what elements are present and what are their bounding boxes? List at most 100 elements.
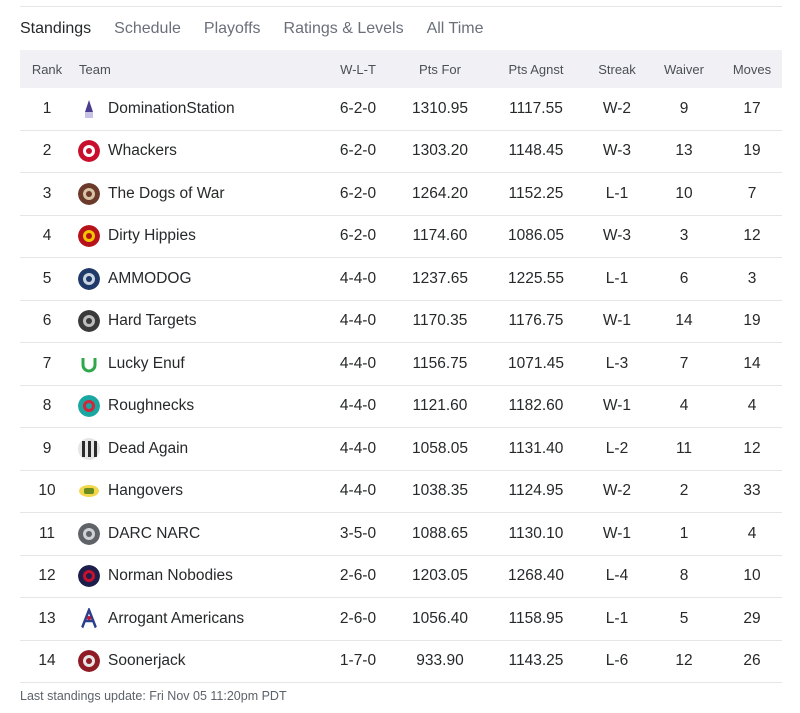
table-row: 5 AMMODOG 4-4-0 1237.65 1225.55 L-1 6 3 (20, 258, 782, 301)
moves-cell: 12 (743, 227, 761, 245)
team-name-link[interactable]: Dirty Hippies (108, 227, 196, 245)
war-dog-logo-icon[interactable] (78, 182, 100, 205)
hangovers-logo-icon[interactable] (78, 480, 100, 503)
skull-logo-icon[interactable] (78, 310, 100, 333)
helmet-teal-logo-icon[interactable] (78, 395, 100, 418)
rank-cell: 7 (42, 354, 52, 372)
moves-cell: 19 (743, 312, 761, 330)
pts-for-cell: 1088.65 (411, 524, 469, 542)
helmet-red-logo-icon[interactable] (78, 650, 100, 673)
team-name-link[interactable]: Dead Again (108, 440, 188, 458)
team-cell: Soonerjack (78, 641, 338, 683)
team-name-link[interactable]: DARC NARC (108, 525, 200, 543)
panda-logo-icon[interactable] (78, 140, 100, 163)
streak-cell: L-1 (605, 184, 629, 202)
pts-for-cell: 1203.05 (411, 567, 469, 585)
pts-agnst-cell: 1086.05 (507, 227, 565, 245)
wlt-cell: 4-4-0 (339, 439, 377, 457)
waiver-cell: 9 (679, 99, 689, 117)
table-body: 1 DominationStation 6-2-0 1310.95 1117.55 W-2… (20, 88, 782, 683)
pts-agnst-cell: 1182.60 (508, 397, 564, 415)
header-pts-for[interactable]: Pts For (398, 50, 482, 88)
team-name-link[interactable]: Hangovers (108, 482, 183, 500)
table-row: 1 DominationStation 6-2-0 1310.95 1117.55 W-2… (20, 88, 782, 131)
waiver-cell: 5 (679, 609, 689, 627)
rank-cell: 3 (42, 184, 52, 202)
pts-agnst-cell: 1158.95 (508, 609, 564, 627)
helmet-gray-logo-icon[interactable] (78, 522, 100, 545)
header-streak[interactable]: Streak (587, 50, 647, 88)
table-row: 8 Roughnecks 4-4-0 1121.60 1182.60 W-1 4 4 (20, 386, 782, 428)
moves-cell: 19 (743, 142, 761, 160)
header-team[interactable]: Team (79, 50, 339, 88)
team-cell: Arrogant Americans (78, 598, 338, 640)
team-name-link[interactable]: Lucky Enuf (108, 355, 185, 373)
table-row: 10 Hangovers 4-4-0 1038.35 1124.95 W-2 2 33 (20, 471, 782, 513)
pts-for-cell: 1170.35 (412, 312, 468, 330)
rank-cell: 14 (38, 652, 56, 670)
rank-cell: 12 (38, 567, 56, 585)
waiver-cell: 11 (675, 439, 693, 457)
horseshoe-logo-icon[interactable] (78, 352, 100, 375)
tab-schedule[interactable]: Schedule (114, 18, 181, 42)
streak-cell: W-1 (602, 397, 632, 415)
waiver-cell: 12 (675, 652, 693, 670)
letter-a-logo-icon[interactable] (78, 607, 100, 630)
moves-cell: 33 (743, 482, 761, 500)
pts-agnst-cell: 1117.55 (509, 99, 563, 117)
team-cell: Norman Nobodies (78, 556, 338, 598)
waiver-cell: 10 (675, 184, 693, 202)
team-name-link[interactable]: Whackers (108, 142, 177, 160)
rank-cell: 5 (42, 269, 52, 287)
tab-standings[interactable]: Standings (20, 18, 91, 42)
streak-cell: L-1 (605, 609, 629, 627)
tab-playoffs[interactable]: Playoffs (204, 18, 261, 42)
waiver-cell: 8 (679, 567, 689, 585)
header-rank[interactable]: Rank (20, 50, 74, 88)
hippie-logo-icon[interactable] (78, 225, 100, 248)
wlt-cell: 6-2-0 (339, 184, 377, 202)
wlt-cell: 4-4-0 (339, 312, 377, 330)
team-name-link[interactable]: Soonerjack (108, 652, 186, 670)
n-ring-logo-icon[interactable] (78, 565, 100, 588)
table-row: 14 Soonerjack 1-7-0 933.90 1143.25 L-6 12 26 (20, 641, 782, 683)
pts-agnst-cell: 1225.55 (507, 269, 565, 287)
league-tabs: Standings Schedule Playoffs Ratings & Le… (20, 18, 506, 42)
team-name-link[interactable]: DominationStation (108, 100, 235, 118)
team-name-link[interactable]: Norman Nobodies (108, 567, 233, 585)
tab-ratings-levels[interactable]: Ratings & Levels (284, 18, 404, 42)
rank-cell: 8 (42, 397, 52, 415)
wlt-cell: 6-2-0 (339, 99, 377, 117)
header-waiver[interactable]: Waiver (654, 50, 714, 88)
header-moves[interactable]: Moves (722, 50, 782, 88)
team-name-link[interactable]: Hard Targets (108, 312, 196, 330)
pts-for-cell: 1174.60 (412, 227, 468, 245)
moves-cell: 14 (743, 354, 761, 372)
team-name-link[interactable]: The Dogs of War (108, 185, 225, 203)
streak-cell: L-3 (605, 354, 629, 372)
tab-all-time[interactable]: All Time (427, 18, 484, 42)
header-pts-agnst[interactable]: Pts Agnst (494, 50, 578, 88)
wlt-cell: 1-7-0 (339, 652, 377, 670)
rocket-logo-icon[interactable] (78, 97, 100, 120)
wlt-cell: 4-4-0 (339, 482, 377, 500)
waiver-cell: 14 (675, 312, 693, 330)
streak-cell: L-2 (605, 439, 629, 457)
wlt-cell: 2-6-0 (339, 609, 377, 627)
team-name-link[interactable]: Arrogant Americans (108, 610, 244, 628)
wlt-cell: 4-4-0 (339, 269, 377, 287)
header-wlt[interactable]: W-L-T (328, 50, 388, 88)
rank-cell: 9 (42, 439, 52, 457)
waiver-cell: 2 (679, 482, 689, 500)
team-cell: DARC NARC (78, 513, 338, 555)
table-row: 12 Norman Nobodies 2-6-0 1203.05 1268.40 L-4 8… (20, 556, 782, 598)
wlt-cell: 2-6-0 (339, 567, 377, 585)
team-name-link[interactable]: AMMODOG (108, 270, 192, 288)
team-name-link[interactable]: Roughnecks (108, 397, 194, 415)
striped-logo-icon[interactable] (78, 437, 100, 460)
pts-for-cell: 1056.40 (411, 609, 469, 627)
pts-for-cell: 1038.35 (411, 482, 469, 500)
streak-cell: W-1 (602, 524, 632, 542)
bulldog-logo-icon[interactable] (78, 267, 100, 290)
pts-agnst-cell: 1152.25 (508, 184, 564, 202)
